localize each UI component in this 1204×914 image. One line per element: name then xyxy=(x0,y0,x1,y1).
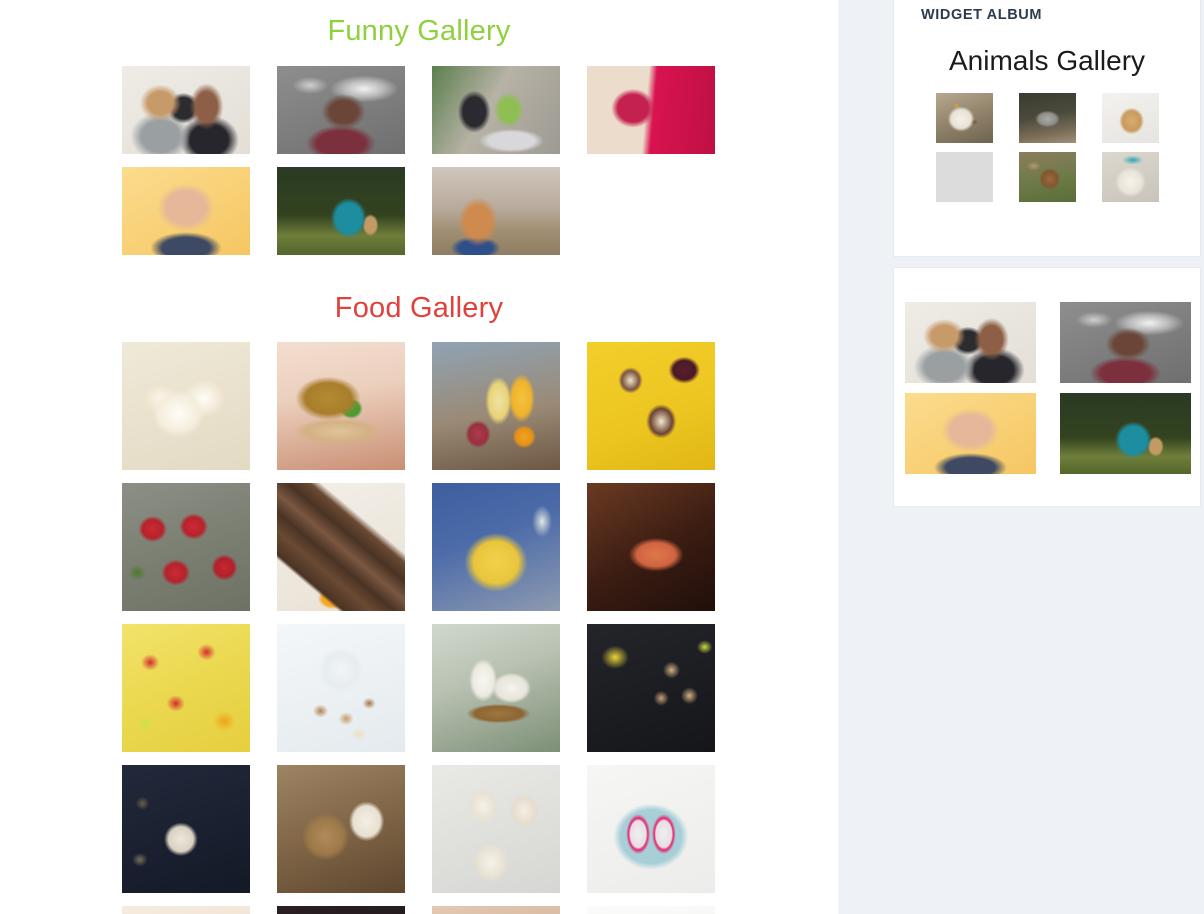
food-gallery-thumb[interactable] xyxy=(587,624,715,752)
food-gallery-thumb[interactable] xyxy=(122,483,250,611)
funny-gallery-thumb[interactable] xyxy=(122,167,250,255)
widget-album-label: WIDGET ALBUM xyxy=(921,7,1043,23)
food-gallery-thumb[interactable] xyxy=(277,765,405,893)
food-gallery-thumb[interactable] xyxy=(277,906,405,914)
animals-gallery-title: Animals Gallery xyxy=(948,45,1146,76)
funny-gallery-grid xyxy=(122,66,838,255)
animals-gallery-thumb[interactable] xyxy=(1019,93,1076,143)
funny-gallery-thumb[interactable] xyxy=(432,167,560,255)
animals-gallery-grid xyxy=(936,93,1200,202)
funny-gallery-thumb[interactable] xyxy=(122,66,250,154)
widget-gallery-thumb[interactable] xyxy=(905,393,1036,474)
widget-gallery-thumb[interactable] xyxy=(1060,393,1191,474)
food-gallery-thumb[interactable] xyxy=(432,483,560,611)
food-gallery-thumb[interactable] xyxy=(122,906,250,914)
main-content-column: Funny Gallery Food Gallery xyxy=(0,0,838,914)
animals-gallery-thumb[interactable] xyxy=(936,152,993,202)
food-gallery-thumb[interactable] xyxy=(432,342,560,470)
food-gallery-grid xyxy=(122,342,838,914)
animals-gallery-thumb[interactable] xyxy=(936,93,993,143)
food-gallery-thumb[interactable] xyxy=(587,906,715,914)
funny-gallery-thumb[interactable] xyxy=(432,66,560,154)
food-gallery-thumb[interactable] xyxy=(587,765,715,893)
widget-gallery-thumb[interactable] xyxy=(905,302,1036,383)
widget-gallery-grid xyxy=(905,302,1200,474)
animals-widget-card: WIDGET ALBUM Animals Gallery xyxy=(893,0,1201,257)
food-gallery-thumb[interactable] xyxy=(122,765,250,893)
animals-gallery-thumb[interactable] xyxy=(1102,152,1159,202)
food-gallery-thumb[interactable] xyxy=(277,624,405,752)
right-sidebar: WIDGET ALBUM Animals Gallery xyxy=(893,0,1201,914)
food-gallery-title: Food Gallery xyxy=(334,292,504,324)
food-gallery-thumb[interactable] xyxy=(587,342,715,470)
food-gallery-thumb[interactable] xyxy=(122,342,250,470)
food-gallery-thumb[interactable] xyxy=(432,624,560,752)
food-gallery-thumb[interactable] xyxy=(432,906,560,914)
food-gallery-thumb[interactable] xyxy=(122,624,250,752)
funny-gallery-title: Funny Gallery xyxy=(327,15,511,47)
food-gallery-thumb[interactable] xyxy=(277,483,405,611)
funny-gallery-thumb[interactable] xyxy=(587,66,715,154)
animals-gallery-thumb[interactable] xyxy=(1102,93,1159,143)
food-gallery-thumb[interactable] xyxy=(432,765,560,893)
food-gallery-thumb[interactable] xyxy=(587,483,715,611)
widget-gallery-card xyxy=(893,267,1201,507)
animals-gallery-thumb[interactable] xyxy=(1019,152,1076,202)
funny-gallery-thumb[interactable] xyxy=(277,66,405,154)
food-gallery-thumb[interactable] xyxy=(277,342,405,470)
widget-gallery-thumb[interactable] xyxy=(1060,302,1191,383)
funny-gallery-thumb[interactable] xyxy=(277,167,405,255)
page-root: Funny Gallery Food Gallery WIDGET ALBUM … xyxy=(0,0,1204,914)
